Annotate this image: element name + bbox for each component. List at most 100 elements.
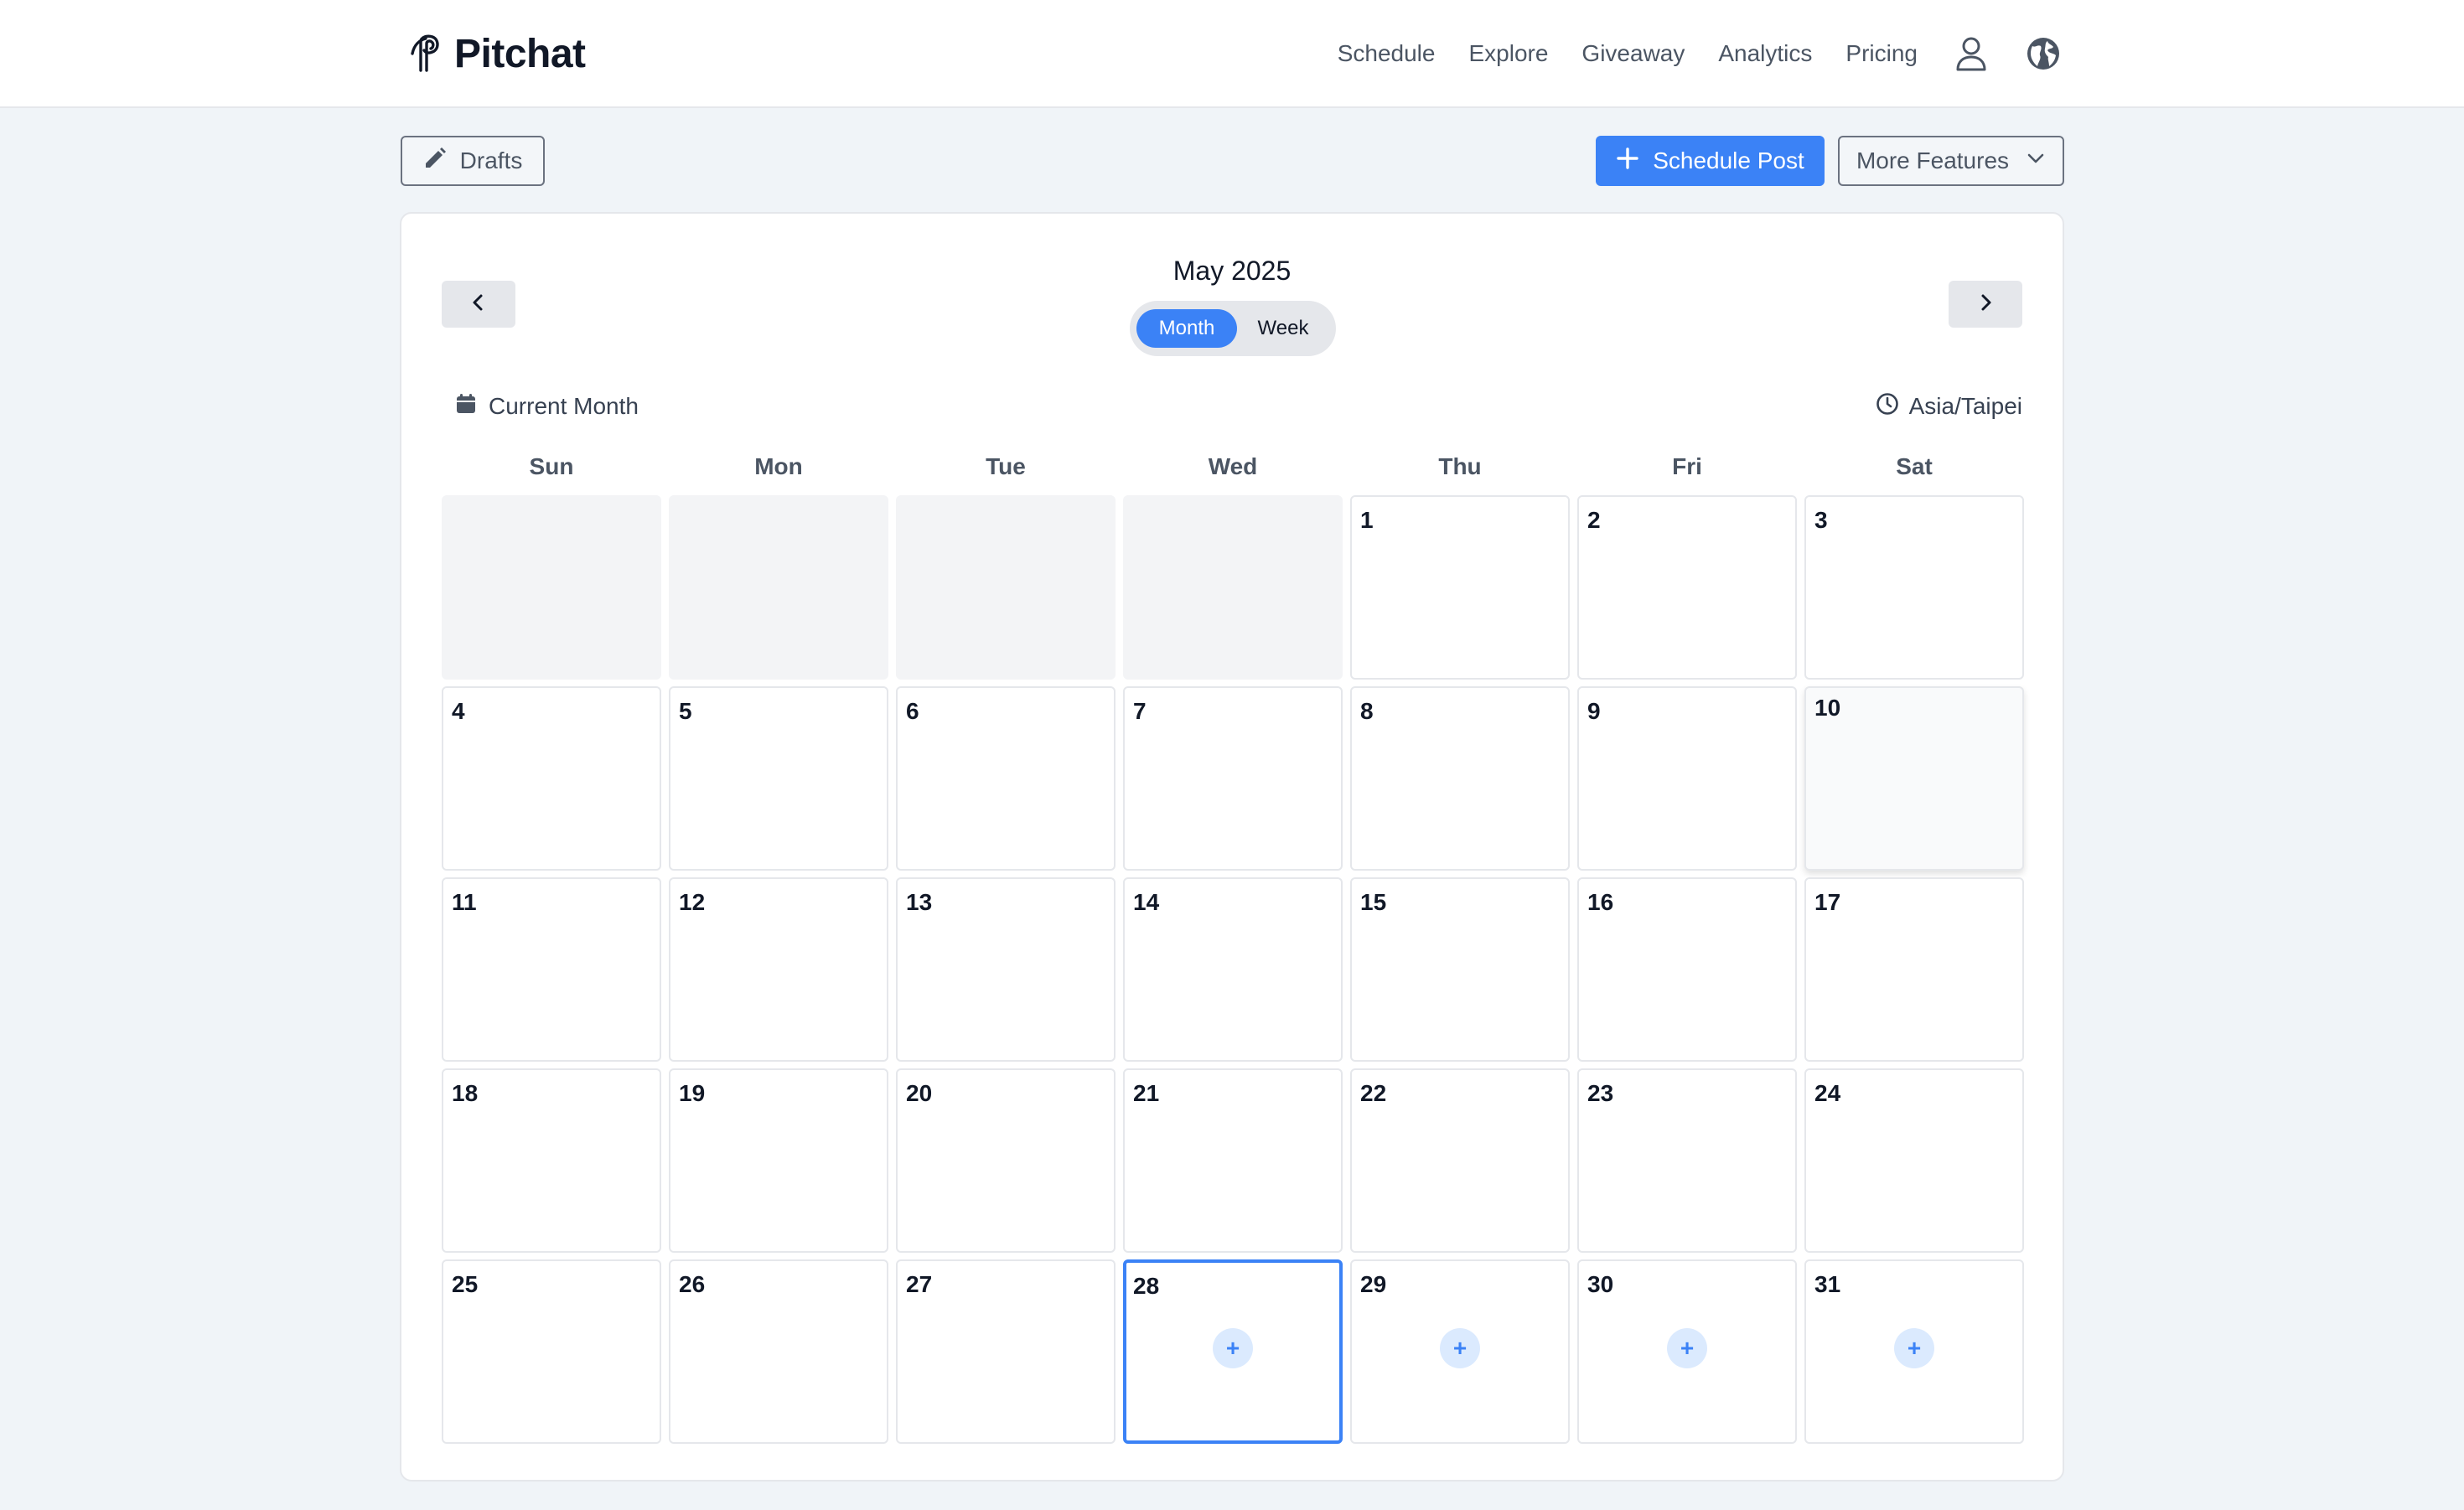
calendar-day-cell[interactable]: 10: [1804, 686, 2024, 871]
weekday-tue: Tue: [986, 453, 1026, 479]
day-number: 1: [1360, 507, 1374, 533]
calendar-day-cell[interactable]: 7: [1123, 686, 1343, 871]
calendar-empty-cell: [669, 495, 888, 680]
weekday-sat: Sat: [1896, 453, 1933, 479]
calendar-day-cell[interactable]: 19: [669, 1068, 888, 1253]
day-number: 25: [452, 1271, 479, 1297]
calendar-day-cell[interactable]: 21: [1123, 1068, 1343, 1253]
calendar-day-cell[interactable]: 1: [1350, 495, 1570, 680]
more-features-label: More Features: [1856, 147, 2010, 173]
day-number: 27: [906, 1271, 933, 1297]
day-number: 13: [906, 889, 933, 915]
calendar-day-cell[interactable]: 9: [1577, 686, 1797, 871]
calendar-empty-cell: [442, 495, 661, 680]
calendar-day-cell[interactable]: 22: [1350, 1068, 1570, 1253]
day-number: 5: [679, 698, 692, 724]
day-number: 12: [679, 889, 706, 915]
nav-analytics[interactable]: Analytics: [1718, 40, 1812, 67]
previous-month-button[interactable]: [442, 281, 515, 328]
drafts-button[interactable]: Drafts: [401, 136, 545, 186]
calendar-day-cell[interactable]: 29 +: [1350, 1259, 1570, 1444]
day-number: 16: [1587, 889, 1614, 915]
current-month-label: Current Month: [489, 393, 639, 419]
globe-icon[interactable]: [2025, 35, 2062, 72]
add-post-button[interactable]: +: [1440, 1328, 1480, 1368]
day-number: 20: [906, 1080, 933, 1106]
day-number: 23: [1587, 1080, 1614, 1106]
calendar-day-cell[interactable]: 24: [1804, 1068, 2024, 1253]
top-navbar: Pitchat Schedule Explore Giveaway Analyt…: [0, 0, 2464, 108]
calendar-day-cell[interactable]: 20: [896, 1068, 1116, 1253]
day-number: 15: [1360, 889, 1387, 915]
pencil-icon: [423, 147, 447, 176]
weekday-header: Sun Mon Tue Wed Thu Fri Sat: [442, 448, 2022, 485]
calendar-empty-cell: [1123, 495, 1343, 680]
calendar-day-cell-selected[interactable]: 28 +: [1123, 1259, 1343, 1444]
timezone-label: Asia/Taipei: [1908, 393, 2022, 419]
add-post-button[interactable]: +: [1213, 1328, 1253, 1368]
calendar-day-cell[interactable]: 4: [442, 686, 661, 871]
calendar-day-cell[interactable]: 2: [1577, 495, 1797, 680]
day-number: 31: [1814, 1271, 1841, 1297]
pitchat-logo-icon: [409, 34, 441, 74]
more-features-dropdown[interactable]: More Features: [1838, 136, 2064, 186]
calendar-day-cell[interactable]: 16: [1577, 877, 1797, 1062]
calendar-day-cell[interactable]: 26: [669, 1259, 888, 1444]
calendar-day-cell[interactable]: 13: [896, 877, 1116, 1062]
nav-explore[interactable]: Explore: [1468, 40, 1548, 67]
calendar-day-cell[interactable]: 25: [442, 1259, 661, 1444]
day-number: 10: [1814, 695, 1841, 721]
calendar-day-cell[interactable]: 14: [1123, 877, 1343, 1062]
day-number: 7: [1133, 698, 1147, 724]
user-icon[interactable]: [1953, 35, 1990, 72]
calendar-grid: 1 2 3 4 5 6 7 8 9 10 11 12 13 14 15 16 17 18 19 20 21 22 23 24 2…: [442, 495, 2024, 1444]
calendar-day-cell[interactable]: 15: [1350, 877, 1570, 1062]
nav-giveaway[interactable]: Giveaway: [1581, 40, 1685, 67]
calendar-empty-cell: [896, 495, 1116, 680]
brand[interactable]: Pitchat: [409, 28, 586, 79]
nav-schedule[interactable]: Schedule: [1338, 40, 1436, 67]
calendar-day-cell[interactable]: 8: [1350, 686, 1570, 871]
calendar-day-cell[interactable]: 6: [896, 686, 1116, 871]
calendar-day-cell[interactable]: 18: [442, 1068, 661, 1253]
plus-icon: [1616, 147, 1639, 176]
weekday-thu: Thu: [1438, 453, 1482, 479]
calendar-day-cell[interactable]: 3: [1804, 495, 2024, 680]
timezone-indicator: Asia/Taipei: [1876, 390, 2022, 423]
day-number: 26: [679, 1271, 706, 1297]
brand-name: Pitchat: [454, 31, 586, 76]
weekday-wed: Wed: [1208, 453, 1258, 479]
add-post-button[interactable]: +: [1667, 1328, 1707, 1368]
main-nav: Schedule Explore Giveaway Analytics Pric…: [1338, 28, 2062, 79]
calendar-day-cell[interactable]: 17: [1804, 877, 2024, 1062]
calendar-day-cell[interactable]: 23: [1577, 1068, 1797, 1253]
day-number: 22: [1360, 1080, 1387, 1106]
add-post-button[interactable]: +: [1894, 1328, 1934, 1368]
view-week-tab[interactable]: Week: [1237, 309, 1329, 348]
calendar-day-cell[interactable]: 11: [442, 877, 661, 1062]
day-number: 14: [1133, 889, 1160, 915]
calendar-day-cell[interactable]: 31 +: [1804, 1259, 2024, 1444]
calendar-day-cell[interactable]: 5: [669, 686, 888, 871]
view-toggle: Month Week: [1130, 301, 1336, 356]
calendar-icon: [455, 393, 477, 421]
day-number: 19: [679, 1080, 706, 1106]
chevron-down-icon: [2026, 147, 2046, 174]
day-number: 30: [1587, 1271, 1614, 1297]
nav-pricing[interactable]: Pricing: [1845, 40, 1918, 67]
schedule-post-label: Schedule Post: [1653, 147, 1804, 173]
day-number: 28: [1133, 1273, 1160, 1299]
schedule-post-button[interactable]: Schedule Post: [1596, 136, 1825, 186]
next-month-button[interactable]: [1949, 281, 2022, 328]
day-number: 6: [906, 698, 919, 724]
calendar-day-cell[interactable]: 12: [669, 877, 888, 1062]
view-month-tab[interactable]: Month: [1136, 309, 1237, 348]
clock-icon: [1876, 392, 1899, 421]
day-number: 24: [1814, 1080, 1841, 1106]
chevron-right-icon: [1976, 293, 1995, 316]
current-month-indicator[interactable]: Current Month: [455, 390, 639, 423]
calendar-day-cell[interactable]: 27: [896, 1259, 1116, 1444]
day-number: 3: [1814, 507, 1828, 533]
weekday-mon: Mon: [754, 453, 803, 479]
calendar-day-cell[interactable]: 30 +: [1577, 1259, 1797, 1444]
